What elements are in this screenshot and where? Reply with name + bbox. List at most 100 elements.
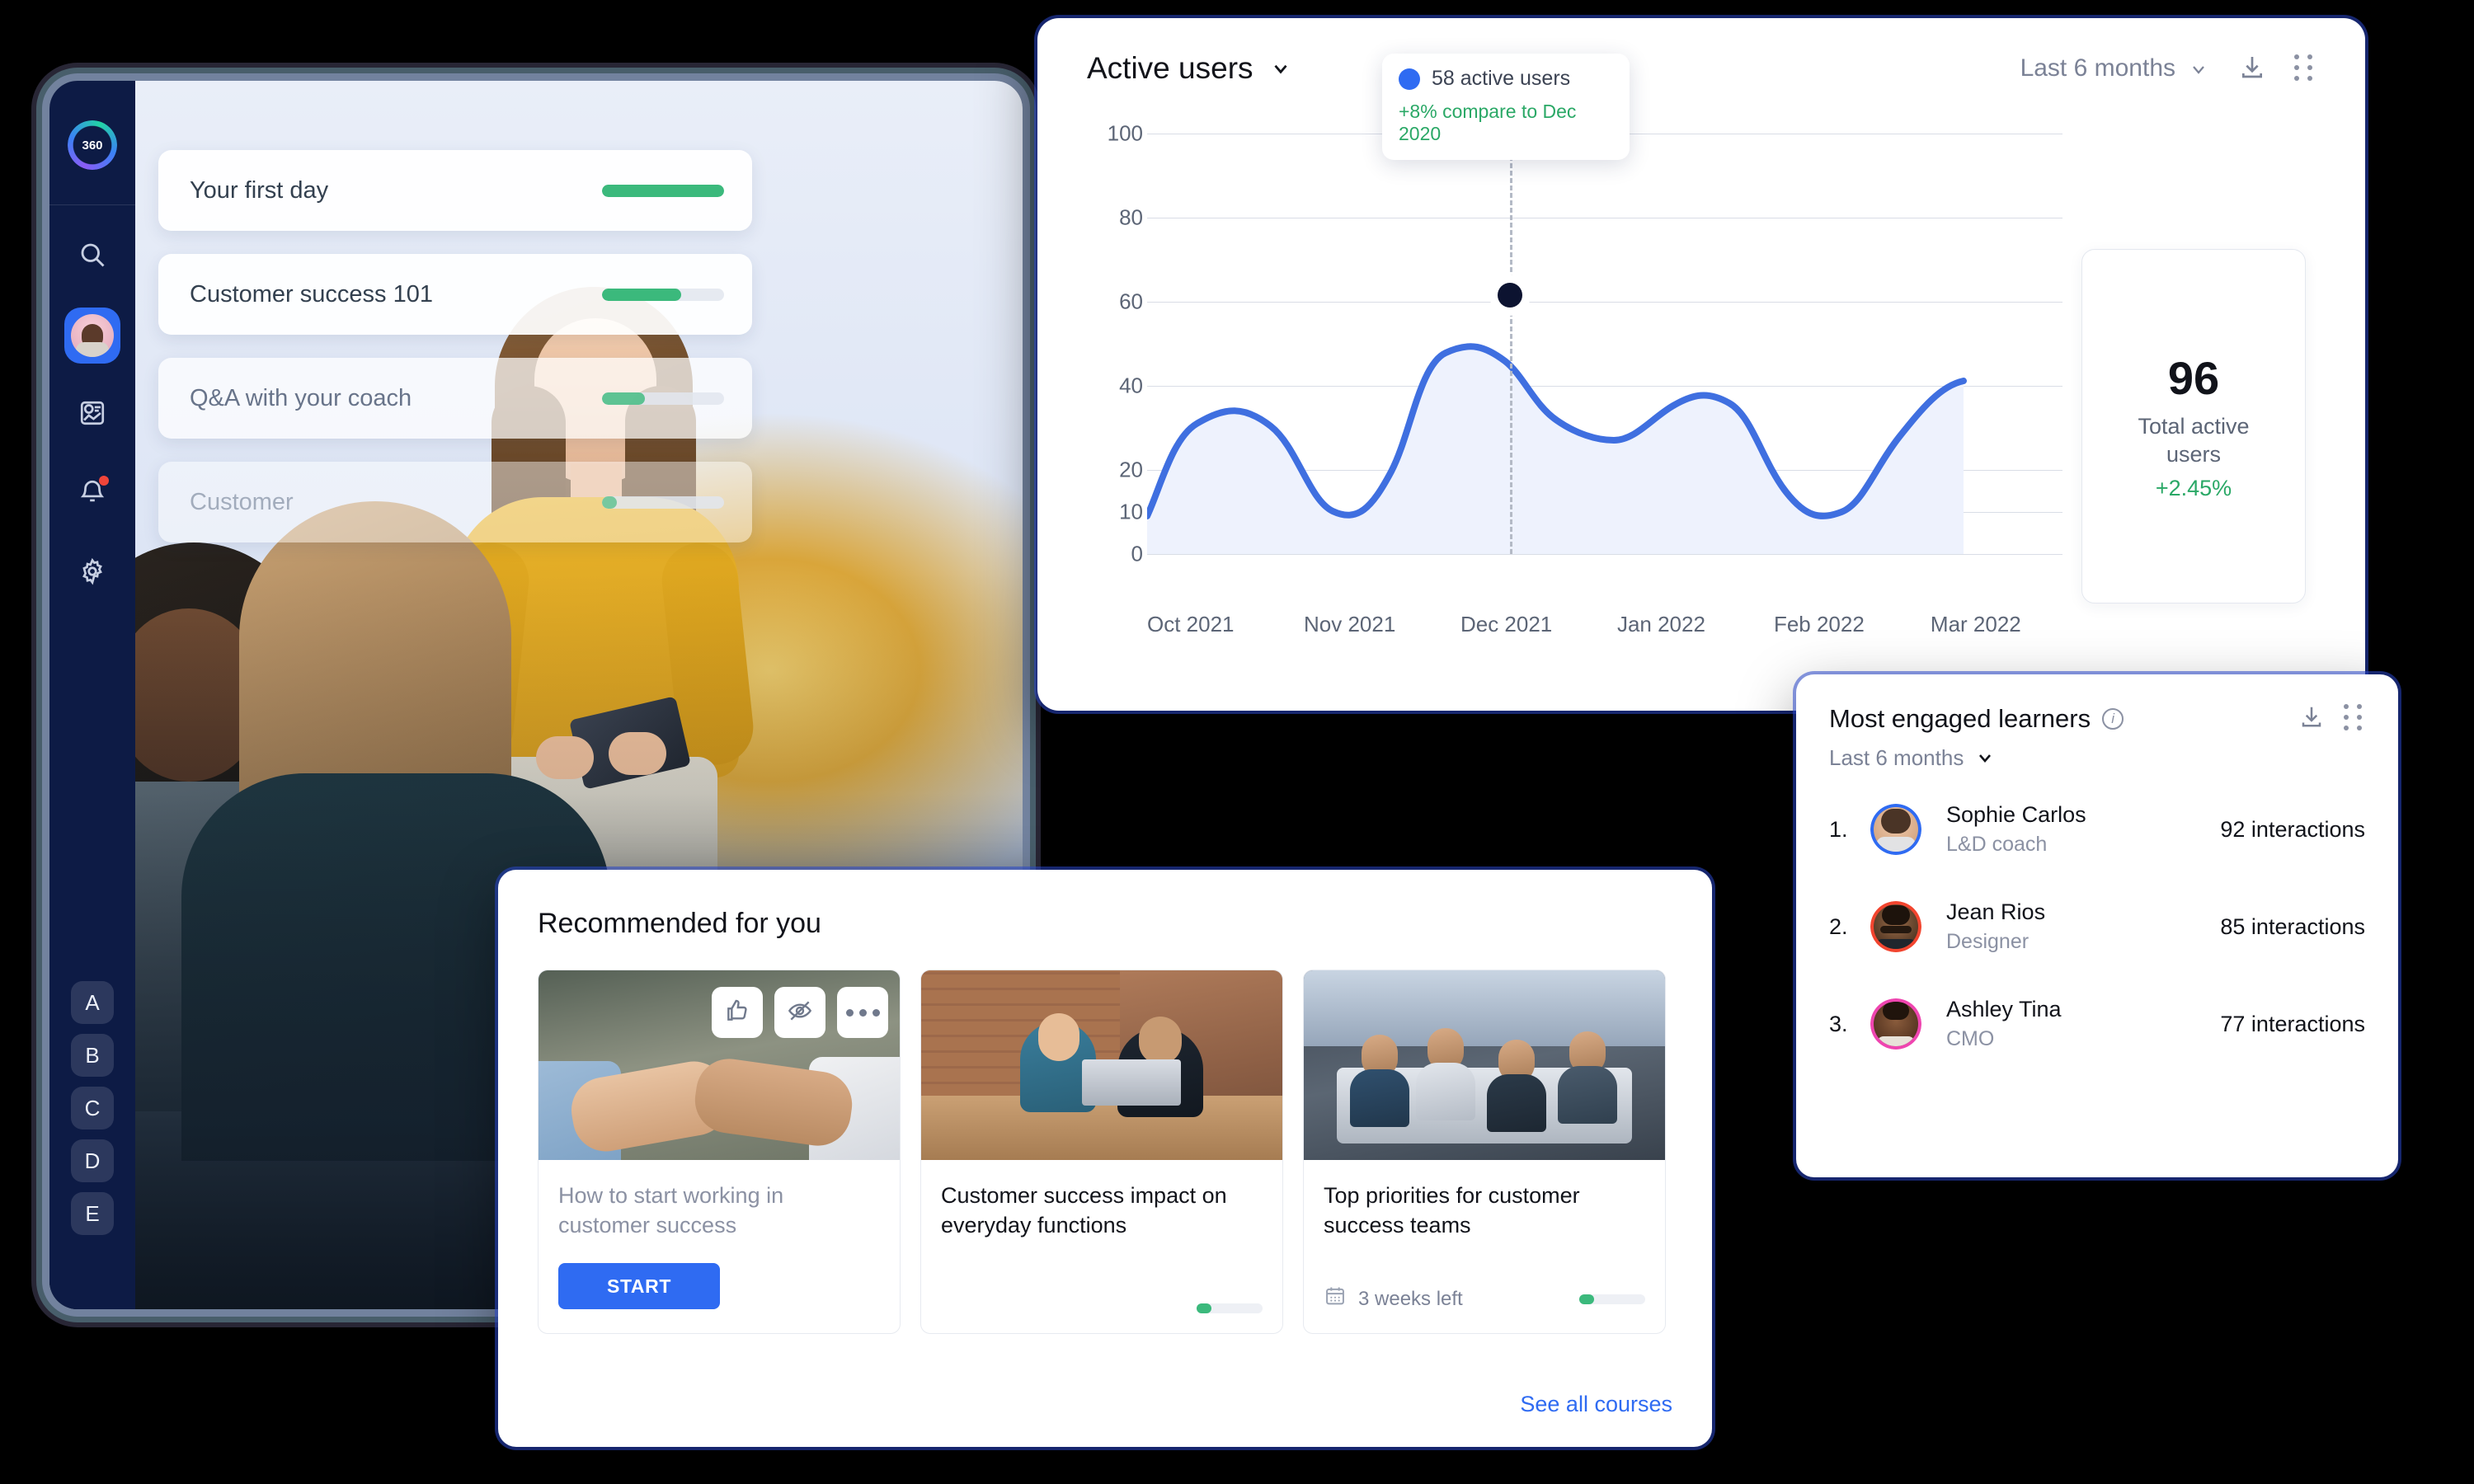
learner-rank: 3. [1829, 1011, 1848, 1036]
course-thumbnail [539, 970, 900, 1160]
sidebar-item-settings[interactable] [64, 545, 120, 601]
like-button[interactable] [712, 987, 763, 1038]
thumbs-up-icon [724, 998, 750, 1028]
x-tick-label: Feb 2022 [1773, 612, 1865, 636]
y-tick-label: 20 [1119, 457, 1143, 482]
active-users-card: Active users Last 6 months 100 80 60 40 … [1037, 18, 2365, 711]
screenshot-stage: Your first day Customer success 101 Q&A … [0, 0, 2474, 1484]
progress-bar [1197, 1303, 1263, 1313]
y-axis-labels: 100 80 60 40 20 10 0 [1074, 121, 1143, 566]
stat-value: 96 [2167, 352, 2220, 405]
chart-series-path [1147, 343, 1967, 554]
sidebar-divider [49, 204, 135, 205]
notification-badge [99, 476, 109, 486]
course-thumbnail [1304, 970, 1665, 1160]
more-button[interactable] [837, 987, 888, 1038]
learners-title: Most engaged learners [1829, 704, 2091, 733]
course-meta-wrap: 3 weeks left [1324, 1284, 1463, 1313]
chart-header: Active users Last 6 months [1037, 18, 2365, 86]
course-card[interactable]: Top priorities for customer success team… [1303, 970, 1666, 1334]
learner-identity: Jean Rios Designer [1946, 899, 2220, 954]
info-icon[interactable]: i [2102, 708, 2124, 730]
chart-controls: Last 6 months [2020, 54, 2316, 82]
learner-rank: 2. [1829, 913, 1848, 939]
tooltip-value: 58 active users [1432, 67, 1571, 90]
progress-bar [1579, 1294, 1645, 1304]
learner-role: Designer [1946, 930, 2030, 953]
y-tick-label: 80 [1119, 204, 1143, 230]
y-tick-label: 0 [1131, 541, 1143, 566]
start-button[interactable]: START [558, 1263, 720, 1310]
tooltip-compare: +8% compare to Dec 2020 [1399, 101, 1577, 144]
list-item[interactable]: 2. Jean Rios Designer 85 interactions [1796, 878, 2398, 975]
letter-chip-a[interactable]: A [71, 981, 114, 1024]
line-chart [1147, 134, 2062, 555]
course-card[interactable]: Customer success impact on everyday func… [920, 970, 1283, 1334]
chevron-down-icon [2189, 58, 2210, 79]
learner-role: CMO [1946, 1027, 1995, 1050]
drag-grip-icon[interactable] [2344, 704, 2365, 732]
list-item[interactable]: Your first day [158, 150, 752, 231]
recommended-for-you-card: Recommended for you How to start working… [498, 870, 1712, 1447]
avatar [71, 314, 114, 357]
progress-bar [602, 392, 724, 405]
letter-chip-d[interactable]: D [71, 1139, 114, 1182]
sidebar-item-profile[interactable] [64, 308, 120, 364]
x-tick-label: Dec 2021 [1460, 612, 1553, 636]
learners-list: 1. Sophie Carlos L&D coach 92 interactio… [1796, 781, 2398, 1073]
download-button[interactable] [2298, 704, 2326, 732]
sidebar-item-analytics[interactable] [64, 387, 120, 443]
page-title: Active users [1087, 51, 1253, 85]
stat-delta: +2.45% [2155, 475, 2232, 500]
search-icon [78, 240, 107, 274]
learner-interactions: 85 interactions [2220, 913, 2365, 939]
calendar-icon [1324, 1284, 1347, 1313]
course-title: Top priorities for customer success team… [1324, 1183, 1580, 1237]
hide-button[interactable] [774, 987, 825, 1038]
list-item[interactable]: 3. Ashley Tina CMO 77 interactions [1796, 975, 2398, 1073]
progress-bar [602, 288, 724, 301]
letter-chip-e[interactable]: E [71, 1192, 114, 1235]
sidebar-item-search[interactable] [64, 228, 120, 284]
list-item[interactable]: Customer success 101 [158, 254, 752, 335]
course-footer: 3 weeks left [1324, 1284, 1645, 1313]
y-tick-label: 40 [1119, 373, 1143, 398]
download-icon [2239, 54, 2265, 84]
progress-bar [602, 495, 724, 509]
brand-logo-360[interactable]: 360 [68, 120, 117, 170]
course-card[interactable]: How to start working in customer success… [538, 970, 901, 1334]
letter-chip-b[interactable]: B [71, 1034, 114, 1077]
chart-title-dropdown[interactable]: Active users [1087, 51, 1291, 86]
course-body: Top priorities for customer success team… [1304, 1160, 1665, 1333]
sidebar-item-notifications[interactable] [64, 466, 120, 522]
learners-range-select[interactable]: Last 6 months [1829, 745, 2398, 771]
download-button[interactable] [2238, 54, 2266, 82]
y-tick-label: 60 [1119, 289, 1143, 314]
most-engaged-learners-card: Most engaged learners i Last 6 months 1. [1796, 674, 2398, 1177]
x-tick-label: Mar 2022 [1930, 612, 2021, 636]
see-all-courses-link[interactable]: See all courses [1520, 1392, 1672, 1417]
total-active-users-stat: 96 Total active users +2.45% [2081, 249, 2306, 603]
app-sidebar: 360 A B C D E [49, 81, 135, 1309]
eye-off-icon [787, 998, 813, 1028]
chart-range-select[interactable]: Last 6 months [2020, 54, 2210, 82]
learners-range-label: Last 6 months [1829, 745, 1964, 770]
letter-chip-c[interactable]: C [71, 1087, 114, 1129]
x-tick-label: Nov 2021 [1303, 612, 1396, 636]
y-tick-label: 100 [1107, 120, 1143, 146]
chevron-down-icon [1270, 58, 1291, 79]
drag-grip-icon[interactable] [2294, 54, 2316, 82]
analytics-icon [78, 399, 106, 431]
avatar [1870, 901, 1921, 952]
list-item[interactable]: Customer [158, 462, 752, 542]
learner-role: L&D coach [1946, 833, 2048, 856]
learner-name: Ashley Tina [1946, 997, 2062, 1021]
course-title: Your first day [190, 176, 329, 204]
list-item[interactable]: Q&A with your coach [158, 358, 752, 439]
course-body: Customer success impact on everyday func… [921, 1160, 1282, 1333]
chart-hover-point[interactable] [1498, 283, 1522, 308]
recommended-grid: How to start working in customer success… [498, 940, 1712, 1334]
list-item[interactable]: 1. Sophie Carlos L&D coach 92 interactio… [1796, 781, 2398, 878]
progress-bar [602, 184, 724, 197]
learner-rank: 1. [1829, 816, 1848, 842]
